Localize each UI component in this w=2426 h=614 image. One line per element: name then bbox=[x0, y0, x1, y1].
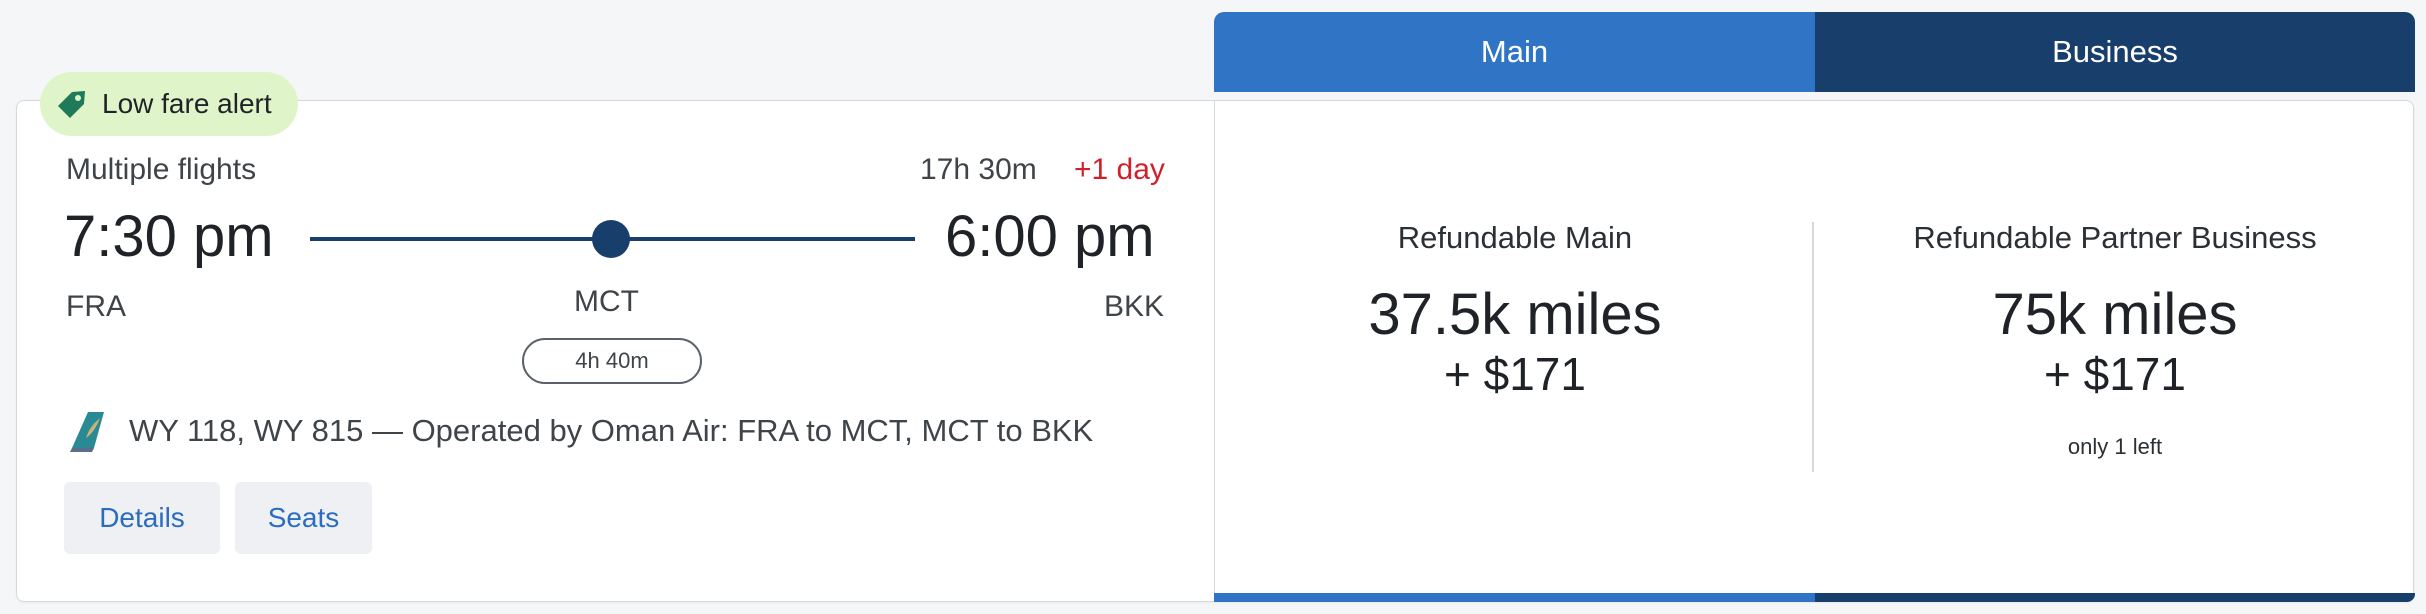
destination-airport: BKK bbox=[1104, 290, 1165, 323]
stop-airport: MCT bbox=[574, 285, 639, 318]
low-fare-alert-label: Low fare alert bbox=[102, 88, 272, 119]
business-fare-bottom-bar bbox=[1815, 593, 2415, 602]
seats-button[interactable]: Seats bbox=[235, 482, 372, 554]
flight-result-row: Main Business Low fare alert Multiple fl… bbox=[0, 0, 2426, 614]
seats-remaining-note: only 1 left bbox=[2067, 434, 2163, 459]
details-button-label: Details bbox=[99, 502, 185, 533]
main-fare-bottom-bar bbox=[1214, 593, 1815, 602]
fare-tax: + $171 bbox=[1444, 348, 1586, 400]
details-button[interactable]: Details bbox=[64, 482, 220, 554]
fare-miles: 37.5k miles bbox=[1368, 282, 1662, 347]
tab-main[interactable]: Main bbox=[1214, 12, 1815, 92]
day-offset: +1 day bbox=[1074, 153, 1165, 186]
low-fare-alert-badge: Low fare alert bbox=[40, 72, 298, 136]
oman-air-tail-logo bbox=[70, 412, 104, 452]
seats-button-label: Seats bbox=[267, 502, 340, 533]
tab-business[interactable]: Business bbox=[1815, 12, 2415, 92]
arrival-time: 6:00 pm bbox=[945, 204, 1155, 269]
fare-divider bbox=[1812, 222, 1814, 472]
layover-duration: 4h 40m bbox=[575, 348, 649, 373]
fare-option-main[interactable]: Refundable Main 37.5k miles + $171 bbox=[1220, 220, 1810, 400]
departure-time: 7:30 pm bbox=[64, 204, 274, 269]
tab-business-label: Business bbox=[2052, 34, 2178, 69]
origin-airport: FRA bbox=[66, 290, 126, 323]
fare-name: Refundable Main bbox=[1397, 220, 1633, 255]
fare-miles: 75k miles bbox=[1992, 282, 2238, 347]
fare-name: Refundable Partner Business bbox=[1913, 220, 2317, 255]
fare-option-business[interactable]: Refundable Partner Business 75k miles + … bbox=[1820, 220, 2410, 460]
stop-marker bbox=[592, 220, 630, 258]
route-type: Multiple flights bbox=[66, 153, 257, 186]
operated-by-info: WY 118, WY 815 — Operated by Oman Air: F… bbox=[129, 413, 1094, 448]
layover-duration-pill: 4h 40m bbox=[522, 338, 702, 384]
tag-icon bbox=[58, 91, 85, 118]
total-duration: 17h 30m bbox=[920, 153, 1037, 186]
tab-main-label: Main bbox=[1480, 34, 1549, 69]
fare-tax: + $171 bbox=[2044, 348, 2186, 400]
